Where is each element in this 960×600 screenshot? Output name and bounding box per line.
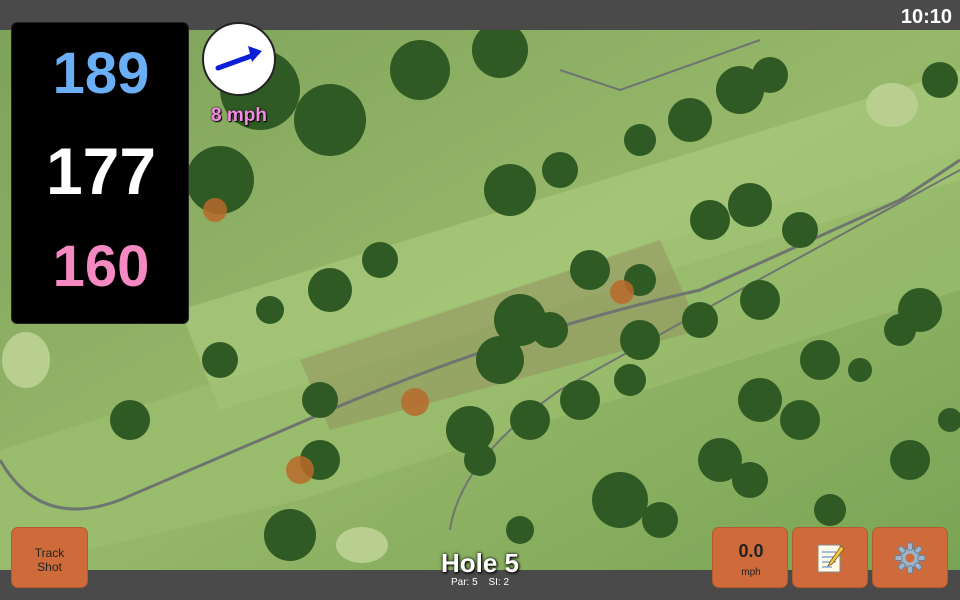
hole-info: Par: 5 SI: 2 — [400, 577, 560, 588]
hole-stroke-index: SI: 2 — [488, 577, 510, 588]
wind-direction-dial — [202, 22, 276, 96]
notepad-icon — [817, 544, 845, 572]
hole-title: Hole 5 — [440, 548, 520, 578]
track-shot-button[interactable]: Track Shot — [11, 527, 88, 588]
front-distance: 160 — [52, 234, 150, 299]
speed-button[interactable]: 0.0 mph — [712, 527, 788, 588]
speed-unit: mph — [741, 567, 761, 578]
back-distance: 189 — [52, 41, 150, 106]
settings-button[interactable] — [872, 527, 948, 588]
arrow-right-icon — [215, 46, 262, 71]
track-shot-label-line-2: Shot — [37, 560, 62, 574]
wind-speed-label: 8 mph — [211, 105, 267, 126]
middle-distance: 177 — [45, 134, 157, 208]
clock: 10:10 — [900, 6, 952, 28]
speed-value: 0.0 — [738, 541, 764, 561]
distance-panel: 189 177 160 — [11, 22, 189, 324]
gear-icon — [894, 542, 926, 573]
track-shot-label-line-1: Track — [34, 546, 65, 560]
notes-button[interactable] — [792, 527, 868, 588]
hole-par: Par: 5 — [450, 577, 478, 588]
